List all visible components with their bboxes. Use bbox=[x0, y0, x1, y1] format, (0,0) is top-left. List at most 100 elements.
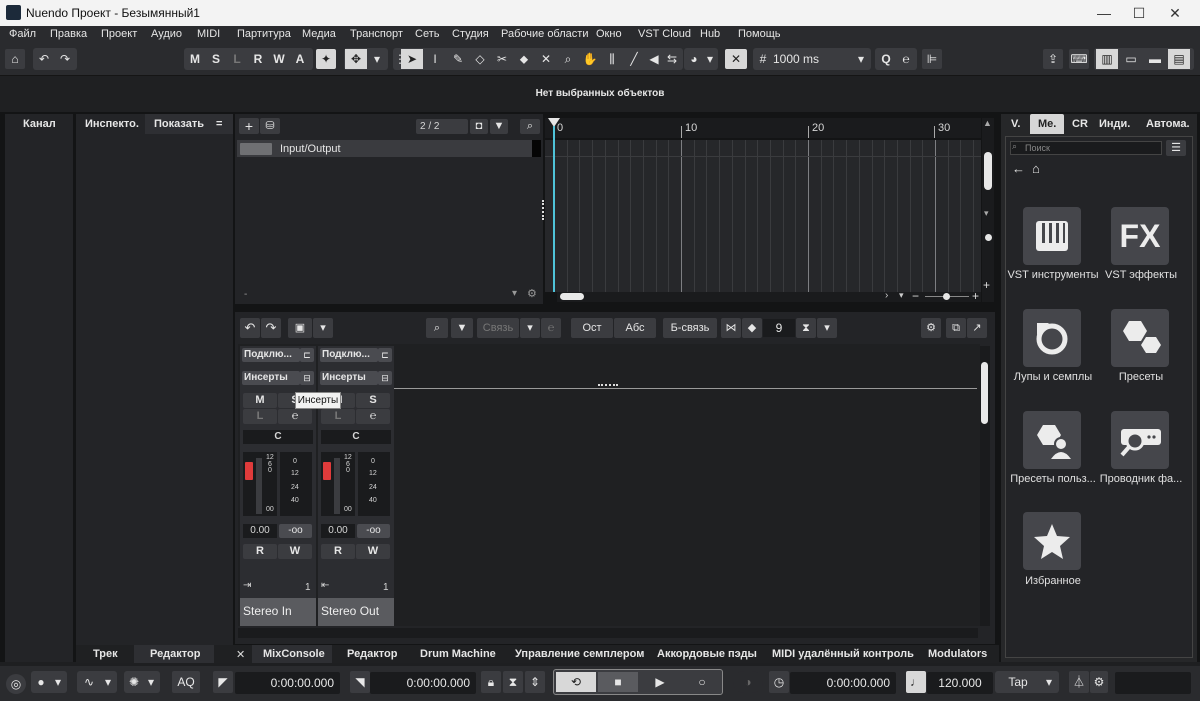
glue-tool-icon[interactable]: ⬥ bbox=[513, 49, 535, 69]
tab-lower-editor[interactable]: Редактор bbox=[347, 648, 397, 660]
pencil-tool-icon[interactable]: ✎ bbox=[447, 49, 469, 69]
narrow-channels-icon[interactable]: ⋈ bbox=[721, 318, 741, 338]
left-zone-toggle-icon[interactable]: ▥ bbox=[1096, 49, 1118, 69]
menu-help[interactable]: Помощь bbox=[738, 28, 781, 40]
search-icon[interactable]: ⌕ bbox=[520, 119, 540, 134]
vertical-scroll-thumb[interactable] bbox=[984, 152, 992, 190]
fader-handle[interactable] bbox=[323, 462, 331, 480]
play-icon[interactable]: ▶ bbox=[640, 672, 680, 692]
search-input[interactable]: Поиск bbox=[1010, 141, 1162, 155]
tab-midi-remote[interactable]: MIDI удалённый контроль bbox=[772, 648, 914, 660]
menu-midi[interactable]: MIDI bbox=[197, 28, 220, 40]
menu-workspaces[interactable]: Рабочие области bbox=[501, 28, 588, 40]
filter-icon[interactable]: ▼ bbox=[451, 318, 473, 338]
speaker-tool-icon[interactable]: ◀ bbox=[645, 49, 663, 69]
snapshot-icon[interactable]: ▣ bbox=[288, 318, 312, 338]
piano-keys-icon[interactable] bbox=[1023, 207, 1081, 265]
solo-button[interactable]: S bbox=[356, 393, 390, 408]
undo-icon[interactable]: ↶ bbox=[34, 49, 54, 69]
tab-show[interactable]: Показать bbox=[154, 118, 204, 130]
peak-value[interactable]: -oo bbox=[357, 524, 390, 538]
pan-control[interactable]: C bbox=[321, 430, 391, 444]
track-presets-icon[interactable]: ⛁ bbox=[260, 118, 280, 134]
tab-drum-machine[interactable]: Drum Machine bbox=[420, 648, 496, 660]
tab-media[interactable]: Ме. bbox=[1038, 118, 1056, 130]
chevron-down-icon[interactable]: ▾ bbox=[899, 290, 904, 301]
level-value[interactable]: 0.00 bbox=[321, 524, 355, 538]
range-tool-icon[interactable]: I bbox=[424, 49, 446, 69]
tab-editor[interactable]: Редактор bbox=[150, 648, 200, 660]
edit-channel-icon[interactable]: ℮ bbox=[356, 409, 390, 424]
fader-handle[interactable] bbox=[245, 462, 253, 480]
listen-button[interactable]: L bbox=[321, 409, 355, 424]
mixer-vertical-scroll-thumb[interactable] bbox=[981, 362, 988, 424]
record-mode-icon[interactable]: ● bbox=[32, 672, 50, 692]
tab-meter[interactable]: Инди. bbox=[1099, 118, 1130, 130]
mute-tool-icon[interactable]: ✕ bbox=[535, 49, 557, 69]
divider-handle[interactable] bbox=[542, 200, 545, 220]
routing-icon[interactable]: ⊏ bbox=[300, 348, 314, 362]
window-layout-icon[interactable]: ⧉ bbox=[946, 318, 966, 338]
right-locator-time[interactable]: 0:00:00.000 bbox=[370, 672, 476, 694]
rack-resize-handle[interactable] bbox=[598, 384, 618, 388]
q-link-button[interactable]: Б-связь bbox=[663, 318, 717, 338]
redo-icon[interactable]: ↷ bbox=[55, 49, 75, 69]
metronome-icon[interactable]: ⏃ bbox=[1069, 671, 1089, 693]
ost-button[interactable]: Ост bbox=[571, 318, 613, 338]
file-browser-icon[interactable] bbox=[1111, 411, 1169, 469]
routing-icon[interactable]: ⊏ bbox=[378, 348, 392, 362]
marker-display[interactable] bbox=[1115, 672, 1191, 694]
add-track-button[interactable]: + bbox=[239, 118, 259, 134]
chevron-down-icon[interactable]: ▾ bbox=[143, 672, 159, 692]
listen-button[interactable]: L bbox=[227, 49, 247, 69]
tab-track[interactable]: Трек bbox=[93, 648, 118, 660]
snap-on-icon[interactable]: ✕ bbox=[725, 49, 747, 69]
tab-channel[interactable]: Канал bbox=[23, 118, 56, 130]
link-settings-icon[interactable]: ℮ bbox=[541, 318, 561, 338]
grid-icon[interactable]: # bbox=[754, 49, 772, 69]
list-menu-icon[interactable]: ☰ bbox=[1166, 140, 1186, 156]
inserts-bypass-icon[interactable]: ⊟ bbox=[300, 371, 314, 385]
split-tool-icon[interactable]: ✂ bbox=[491, 49, 513, 69]
zoom-tool-icon[interactable]: ⌕ bbox=[557, 49, 579, 69]
chevron-down-icon[interactable]: ▾ bbox=[853, 49, 869, 69]
lock-icon[interactable]: 🔒︎ bbox=[481, 671, 501, 693]
listen-button[interactable]: L bbox=[243, 409, 277, 424]
menu-transport[interactable]: Транспорт bbox=[350, 28, 403, 40]
midi-icon[interactable]: ✺ bbox=[125, 672, 143, 692]
menu-window[interactable]: Окно bbox=[596, 28, 622, 40]
primary-time-display[interactable]: 0:00:00.000 bbox=[790, 672, 896, 694]
user-presets-icon[interactable] bbox=[1023, 411, 1081, 469]
abs-button[interactable]: Абс bbox=[614, 318, 656, 338]
search-icon[interactable]: ⌕ bbox=[426, 318, 448, 338]
inserts-button[interactable]: Инсерты bbox=[242, 371, 300, 385]
chevron-down-icon[interactable]: ▾ bbox=[984, 208, 989, 219]
shuttle-icon[interactable]: ⇕ bbox=[525, 671, 545, 693]
close-icon[interactable]: ✕ bbox=[1152, 0, 1198, 26]
right-locator-icon[interactable]: ◥ bbox=[350, 671, 370, 693]
menu-studio[interactable]: Студия bbox=[452, 28, 489, 40]
menu-hub[interactable]: Hub bbox=[700, 28, 720, 40]
tap-button[interactable]: Tap bbox=[996, 672, 1040, 692]
quantize-q-icon[interactable]: Q bbox=[876, 49, 896, 69]
read-button[interactable]: R bbox=[248, 49, 268, 69]
record-icon[interactable]: ○ bbox=[682, 672, 722, 692]
mute-button[interactable]: M bbox=[185, 49, 205, 69]
horizontal-zoom-thumb[interactable] bbox=[943, 293, 950, 300]
tab-vsti[interactable]: V. bbox=[1011, 118, 1020, 130]
routing-button[interactable]: Подклю... bbox=[320, 348, 378, 362]
tempo-value[interactable]: 120.000 bbox=[927, 672, 993, 694]
tab-chord-pads[interactable]: Аккордовые пэды bbox=[657, 648, 757, 660]
chevron-right-icon[interactable]: › bbox=[885, 290, 888, 301]
redo-icon[interactable]: ↷ bbox=[261, 318, 281, 338]
loop-icon[interactable] bbox=[1023, 309, 1081, 367]
punch-icon[interactable]: ⧗ bbox=[503, 671, 523, 693]
gear-icon[interactable]: ⚙ bbox=[921, 318, 941, 338]
read-automation-button[interactable]: R bbox=[321, 544, 355, 559]
menu-audio[interactable]: Аудио bbox=[151, 28, 182, 40]
channel-name[interactable]: Stereo Out bbox=[318, 598, 394, 626]
expand-channels-icon[interactable]: ◆ bbox=[742, 318, 762, 338]
ruler[interactable] bbox=[545, 118, 981, 138]
gear-icon[interactable]: ⚙ bbox=[1090, 671, 1108, 693]
eraser-tool-icon[interactable]: ◇ bbox=[469, 49, 491, 69]
